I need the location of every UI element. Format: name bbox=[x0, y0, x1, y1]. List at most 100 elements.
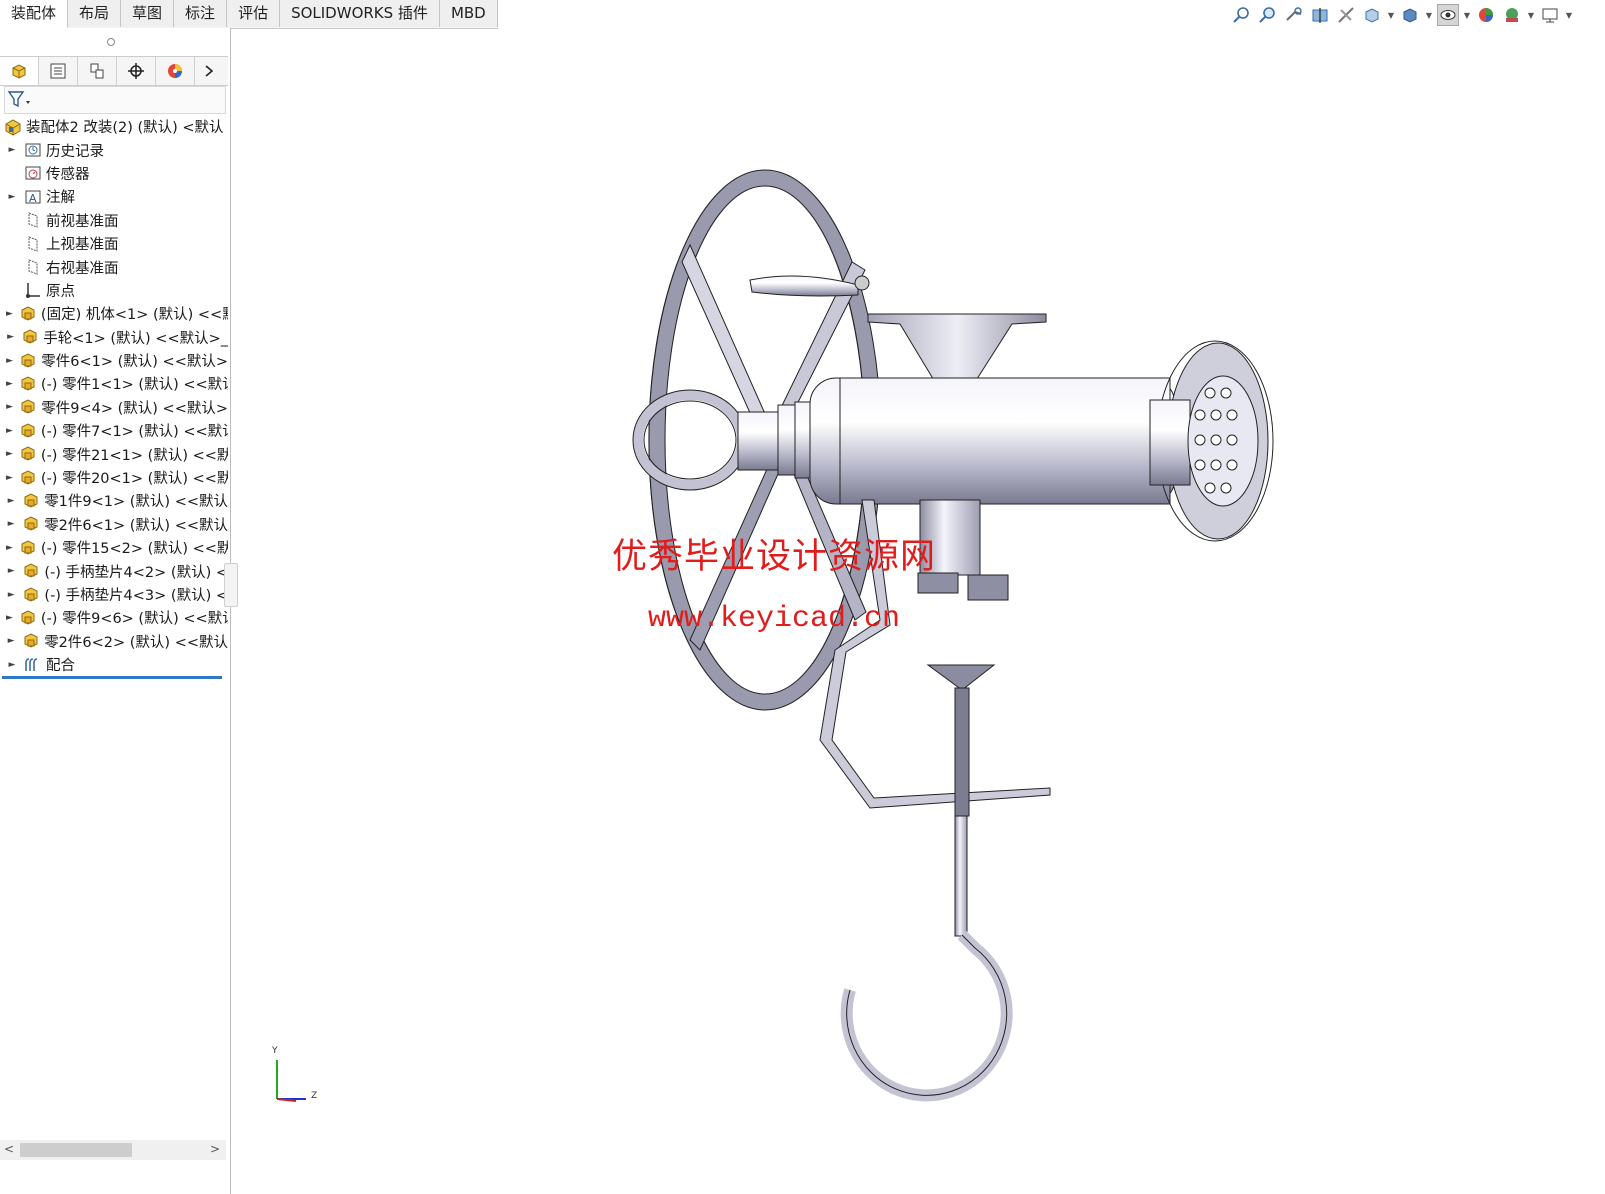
tree-item-label: 配合 bbox=[46, 658, 75, 675]
expand-arrow-icon[interactable]: ► bbox=[6, 473, 13, 483]
dynamic-annotation-icon[interactable] bbox=[1335, 4, 1357, 26]
expand-arrow-icon[interactable]: ► bbox=[6, 519, 16, 529]
tree-item[interactable]: 传感器 bbox=[0, 162, 228, 185]
tree-item-label: 装配体2 改装(2) (默认) <默认 bbox=[26, 120, 224, 137]
expand-arrow-icon[interactable]: ► bbox=[6, 636, 16, 646]
tree-item[interactable]: 前视基准面 bbox=[0, 209, 228, 232]
tab-0[interactable]: 装配体 bbox=[0, 0, 69, 28]
expand-arrow-icon[interactable]: ► bbox=[6, 613, 13, 623]
chevron-down-icon[interactable]: ▼ bbox=[1527, 4, 1535, 26]
displaymanager-tab-icon[interactable] bbox=[156, 57, 195, 85]
tree-item[interactable]: ► 零件9<4> (默认) <<默认> bbox=[0, 396, 228, 419]
tree-item[interactable]: 上视基准面 bbox=[0, 232, 228, 255]
previous-view-icon[interactable] bbox=[1283, 4, 1305, 26]
tree-item[interactable]: ► (-) 零件1<1> (默认) <<默认 bbox=[0, 372, 228, 395]
chevron-right-icon[interactable]: > bbox=[210, 1142, 220, 1156]
expand-arrow-icon[interactable]: ► bbox=[6, 543, 13, 553]
tab-1[interactable]: 布局 bbox=[68, 0, 122, 27]
chevron-down-icon[interactable]: ▼ bbox=[1387, 4, 1395, 26]
tree-item-label: (-) 零件21<1> (默认) <<默 bbox=[40, 447, 228, 464]
tree-item-label: (固定) 机体<1> (默认) <<默 bbox=[40, 307, 228, 324]
chevron-down-icon[interactable]: ▼ bbox=[1425, 4, 1433, 26]
zoom-to-fit-icon[interactable] bbox=[1231, 4, 1253, 26]
tree-item[interactable]: ► (-) 手柄垫片4<3> (默认) < bbox=[0, 583, 228, 606]
view-orientation-icon[interactable] bbox=[1361, 4, 1383, 26]
graphics-area[interactable] bbox=[231, 28, 1605, 1194]
propertymanager-tab-icon[interactable] bbox=[39, 57, 78, 85]
hide-show-items-icon[interactable] bbox=[1437, 4, 1459, 26]
featuremanager-tab-icon[interactable] bbox=[0, 57, 39, 85]
apply-scene-icon[interactable] bbox=[1501, 4, 1523, 26]
expand-arrow-icon[interactable]: ► bbox=[6, 145, 18, 155]
expand-arrow-icon[interactable]: ► bbox=[6, 496, 16, 506]
tree-item-label: 零2件6<1> (默认) <<默认 bbox=[44, 517, 228, 534]
chevron-down-icon[interactable]: ▼ bbox=[1565, 4, 1573, 26]
tree-item[interactable]: 右视基准面 bbox=[0, 255, 228, 278]
display-style-icon[interactable] bbox=[1399, 4, 1421, 26]
tree-item-label: 前视基准面 bbox=[46, 213, 119, 230]
expand-arrow-icon[interactable]: ► bbox=[6, 660, 18, 670]
view-settings-icon[interactable] bbox=[1539, 4, 1561, 26]
tree-item[interactable]: ► (固定) 机体<1> (默认) <<默 bbox=[0, 302, 228, 325]
expand-arrow-icon[interactable]: ► bbox=[6, 356, 13, 366]
tree-item-label: (-) 零件20<1> (默认) <<默 bbox=[40, 471, 228, 488]
horizontal-scrollbar[interactable]: < > bbox=[0, 1140, 226, 1160]
tab-4[interactable]: 评估 bbox=[227, 0, 281, 27]
chevron-left-icon[interactable]: < bbox=[4, 1142, 14, 1156]
tree-item[interactable]: ► (-) 零件7<1> (默认) <<默认 bbox=[0, 419, 228, 442]
tab-6[interactable]: MBD bbox=[439, 0, 498, 27]
edit-appearance-icon[interactable] bbox=[1475, 4, 1497, 26]
expand-arrow-icon[interactable]: ► bbox=[6, 426, 13, 436]
tree-item[interactable]: ► 配合 bbox=[0, 653, 228, 676]
tree-item[interactable]: ► 零2件6<1> (默认) <<默认 bbox=[0, 513, 228, 536]
tree-item[interactable]: 原点 bbox=[0, 279, 228, 302]
expand-arrow-icon[interactable]: ► bbox=[6, 590, 16, 600]
tree-item[interactable]: ► 零2件6<2> (默认) <<默认 bbox=[0, 630, 228, 653]
manager-tabs bbox=[0, 56, 228, 86]
plane-icon bbox=[24, 235, 42, 253]
expand-arrow-icon[interactable]: ► bbox=[6, 309, 13, 319]
tab-3[interactable]: 标注 bbox=[174, 0, 228, 27]
panel-collapse-handle[interactable] bbox=[107, 38, 115, 46]
rollback-bar[interactable] bbox=[2, 676, 222, 679]
expand-arrow-icon[interactable]: ► bbox=[6, 566, 16, 576]
tree-item-label: (-) 零件1<1> (默认) <<默认 bbox=[40, 377, 228, 394]
tree-item[interactable]: ► 手轮<1> (默认) <<默认>_ bbox=[0, 326, 228, 349]
tree-item[interactable]: ► (-) 零件21<1> (默认) <<默 bbox=[0, 442, 228, 465]
tree-item[interactable]: ► (-) 零件9<6> (默认) <<默认 bbox=[0, 606, 228, 629]
part-icon bbox=[19, 305, 37, 323]
dimxpert-tab-icon[interactable] bbox=[117, 57, 156, 85]
chevron-right-icon[interactable] bbox=[195, 57, 223, 85]
svg-text:A: A bbox=[29, 192, 37, 205]
tree-item-label: 零件9<4> (默认) <<默认> bbox=[41, 400, 228, 417]
tree-item-label: 注解 bbox=[46, 190, 75, 207]
tree-item[interactable]: ► 零1件9<1> (默认) <<默认 bbox=[0, 489, 228, 512]
filter-icon[interactable] bbox=[7, 89, 33, 111]
tree-item[interactable]: ► (-) 零件15<2> (默认) <<默 bbox=[0, 536, 228, 559]
part-icon bbox=[19, 422, 37, 440]
chevron-down-icon[interactable]: ▼ bbox=[1463, 4, 1471, 26]
expand-arrow-icon[interactable]: ► bbox=[6, 192, 18, 202]
tree-root-assembly[interactable]: 装配体2 改装(2) (默认) <默认 bbox=[0, 115, 228, 138]
expand-arrow-icon[interactable]: ► bbox=[6, 332, 15, 342]
tree-item[interactable]: ► 零件6<1> (默认) <<默认> bbox=[0, 349, 228, 372]
tab-2[interactable]: 草图 bbox=[121, 0, 175, 27]
part-icon bbox=[22, 492, 40, 510]
part-icon bbox=[22, 632, 40, 650]
expand-arrow-icon[interactable]: ► bbox=[6, 379, 13, 389]
expand-arrow-icon[interactable]: ► bbox=[6, 449, 13, 459]
tree-item[interactable]: ► A 注解 bbox=[0, 185, 228, 208]
plane-icon bbox=[24, 258, 42, 276]
tree-item[interactable]: ► (-) 零件20<1> (默认) <<默 bbox=[0, 466, 228, 489]
zoom-area-icon[interactable] bbox=[1257, 4, 1279, 26]
filter-field[interactable] bbox=[4, 86, 226, 114]
tab-5[interactable]: SOLIDWORKS 插件 bbox=[280, 0, 440, 27]
assembly-icon bbox=[4, 118, 22, 136]
section-view-icon[interactable] bbox=[1309, 4, 1331, 26]
command-manager-tabs: 装配体 布局 草图 标注 评估 SOLIDWORKS 插件 MBD bbox=[0, 0, 498, 29]
expand-arrow-icon[interactable]: ► bbox=[6, 402, 13, 412]
tree-item[interactable]: ► (-) 手柄垫片4<2> (默认) < bbox=[0, 559, 228, 582]
tree-item[interactable]: ► 历史记录 bbox=[0, 138, 228, 161]
configurationmanager-tab-icon[interactable] bbox=[78, 57, 117, 85]
scroll-thumb[interactable] bbox=[20, 1143, 132, 1157]
